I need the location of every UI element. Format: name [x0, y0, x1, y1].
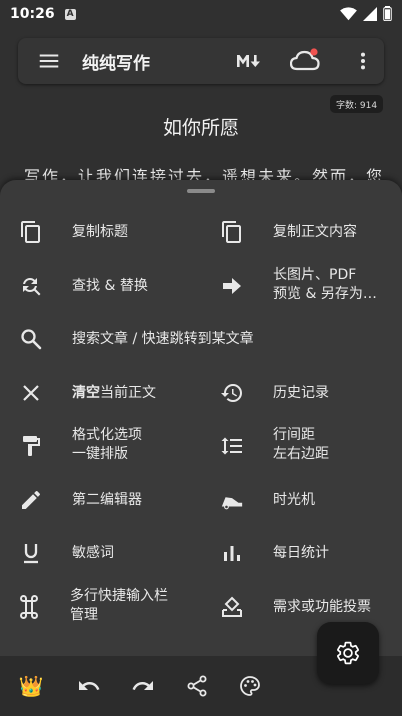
menu-item-label: 历史记录 — [273, 384, 329, 401]
action-menu-sheet: 复制标题 复制正文内容 查找 & 替换 长图片、PDF 预览 & 另存为… 搜索… — [0, 180, 402, 656]
wifi-icon — [340, 6, 357, 20]
search-icon — [19, 327, 43, 351]
menu-item-search-jump[interactable]: 搜索文章 / 快速跳转到某文章 — [0, 315, 402, 363]
clear-emphasis: 清空 — [72, 384, 100, 401]
word-count-badge: 字数: 914 — [330, 95, 384, 113]
clear-rest: 当前正文 — [100, 384, 156, 401]
copy-icon — [220, 220, 244, 244]
share-icon[interactable] — [184, 673, 210, 699]
menu-item-time-machine[interactable]: 时光机 — [201, 476, 402, 524]
signal-icon — [363, 6, 377, 21]
menu-item-label: 时光机 — [273, 491, 315, 508]
markdown-icon[interactable] — [236, 53, 262, 73]
find-replace-icon — [19, 274, 43, 298]
menu-item-label: 搜索文章 / 快速跳转到某文章 — [72, 330, 254, 347]
menu-item-label-line2: 一键排版 — [72, 446, 128, 462]
menu-item-label-line2: 预览 & 另存为… — [273, 286, 377, 302]
more-vert-icon[interactable] — [352, 50, 374, 76]
menu-item-label-line1: 行间距 — [273, 427, 315, 443]
redo-icon[interactable] — [130, 673, 156, 699]
vote-icon — [220, 595, 244, 619]
cloud-sync-icon[interactable] — [289, 47, 320, 77]
notification-icon: A — [64, 8, 76, 20]
menu-item-sensitive-words[interactable]: 敏感词 — [0, 529, 200, 577]
line-spacing-icon — [220, 434, 244, 458]
app-title: 纯纯写作 — [82, 54, 150, 74]
menu-item-second-editor[interactable]: 第二编辑器 — [0, 476, 200, 524]
bar-chart-icon — [220, 541, 244, 565]
menu-item-label: 第二编辑器 — [72, 491, 142, 508]
battery-icon — [383, 6, 392, 21]
drag-handle[interactable] — [187, 189, 215, 193]
copy-icon — [19, 220, 43, 244]
close-icon — [19, 381, 43, 405]
menu-icon[interactable] — [38, 50, 60, 76]
menu-item-spacing[interactable]: 行间距 左右边距 — [201, 422, 402, 470]
menu-item-label-line2: 左右边距 — [273, 446, 329, 462]
document-title[interactable]: 如你所愿 — [0, 113, 402, 140]
undo-icon[interactable] — [76, 673, 102, 699]
menu-item-label-line1: 长图片、PDF — [273, 267, 357, 283]
menu-item-format[interactable]: 格式化选项 一键排版 — [0, 422, 200, 470]
arrow-right-icon — [220, 274, 244, 298]
menu-item-copy-title[interactable]: 复制标题 — [0, 208, 200, 256]
crown-icon[interactable]: 👑 — [18, 673, 44, 699]
time-machine-icon — [220, 488, 244, 512]
history-icon — [220, 381, 244, 405]
top-toolbar: 纯纯写作 — [18, 38, 384, 84]
menu-item-label: 查找 & 替换 — [72, 277, 148, 294]
menu-item-label: 每日统计 — [273, 544, 329, 561]
palette-icon[interactable] — [237, 673, 263, 699]
menu-item-label-line1: 格式化选项 — [72, 427, 142, 443]
menu-item-label: 复制标题 — [72, 223, 128, 240]
menu-item-label: 需求或功能投票 — [273, 598, 371, 615]
menu-item-label: 清空当前正文 — [72, 384, 156, 403]
menu-item-history[interactable]: 历史记录 — [201, 369, 402, 417]
menu-item-label: 复制正文内容 — [273, 223, 357, 240]
menu-item-find-replace[interactable]: 查找 & 替换 — [0, 262, 200, 310]
menu-item-clear[interactable]: 清空当前正文 — [0, 369, 200, 417]
settings-button[interactable] — [317, 622, 379, 684]
command-icon — [17, 595, 41, 619]
menu-item-daily-stats[interactable]: 每日统计 — [201, 529, 402, 577]
crown-glyph: 👑 — [18, 674, 44, 698]
menu-item-export[interactable]: 长图片、PDF 预览 & 另存为… — [201, 262, 402, 310]
menu-item-label-line1: 多行快捷输入栏 — [70, 588, 168, 604]
menu-item-label: 敏感词 — [72, 544, 114, 561]
menu-item-label-line2: 管理 — [70, 607, 98, 623]
underline-icon — [19, 541, 43, 565]
menu-item-shortcut-bar[interactable]: 多行快捷输入栏 管理 — [0, 583, 200, 631]
status-icons — [340, 6, 392, 21]
status-bar: 10:26 A — [0, 0, 402, 28]
status-time: 10:26 — [10, 6, 55, 22]
settings-icon — [337, 641, 359, 665]
pencil-icon — [19, 488, 43, 512]
paint-roller-icon — [19, 434, 43, 458]
menu-item-copy-body[interactable]: 复制正文内容 — [201, 208, 402, 256]
